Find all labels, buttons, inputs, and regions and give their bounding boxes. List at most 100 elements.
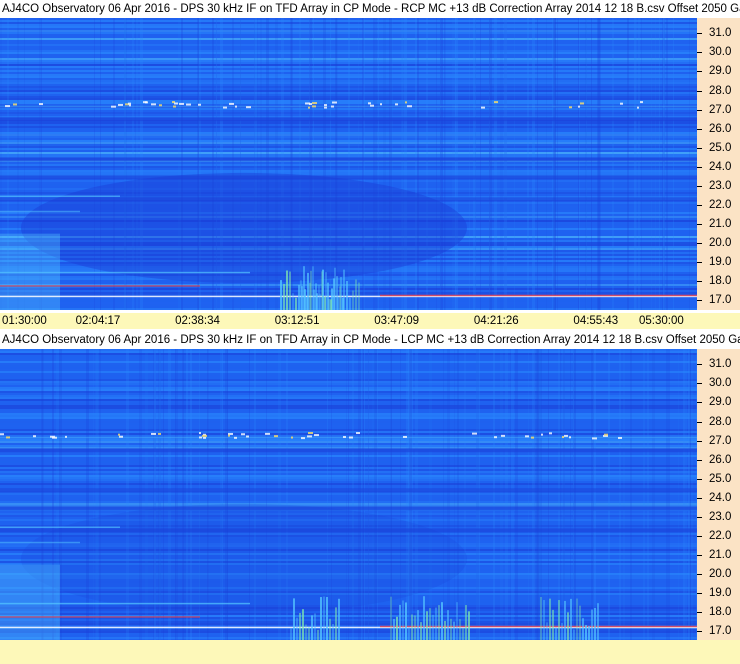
emission-burst [468,611,470,641]
dark-band [0,117,697,122]
freq-tick-mark [697,243,702,245]
emission-burst [327,282,329,310]
speckle [395,103,398,106]
speckle [33,435,36,438]
freq-tick-label: 22.0 [709,199,732,212]
emission-burst [321,271,323,310]
speckle [640,101,643,104]
speckle [618,436,622,439]
speckle [564,434,568,437]
interference-line [0,210,80,213]
emission-burst [444,620,446,641]
time-tick-label: 03:47:09 [374,315,420,327]
freq-tick-label: 30.0 [709,377,732,390]
time-streak [479,349,480,641]
time-streak [469,18,470,310]
emission-burst [306,297,308,310]
speckle [39,103,43,106]
speckle [274,435,278,438]
emission-burst [309,282,311,310]
speckle [118,433,120,436]
emission-burst [555,627,557,641]
time-streak [619,349,621,641]
emission-burst [453,621,455,641]
freq-tick-mark [697,300,702,302]
freq-tick-mark [697,109,702,111]
emission-burst [465,605,467,641]
freq-tick-mark [697,128,702,130]
freq-tick-mark [697,497,702,499]
freq-tick-label: 19.0 [709,256,732,269]
speckle [403,435,407,438]
emission-burst [320,597,322,641]
speckle [620,102,623,105]
speckle [343,436,346,439]
speckle [13,103,17,106]
freq-tick-mark [697,383,702,385]
time-streak [546,18,547,310]
time-streak [514,18,515,310]
freq-tick-mark [697,459,702,461]
emission-burst [561,622,563,641]
freq-tick-mark [697,262,702,264]
emission-burst [420,622,422,641]
speckle [531,436,534,439]
emission-burst [323,596,325,641]
speckle [203,436,206,439]
emission-burst [441,602,443,641]
time-streak [591,349,594,641]
emission-burst [295,297,297,310]
interference-line [380,294,697,297]
freq-tick-label: 19.0 [709,587,732,600]
time-streak [515,349,518,641]
emission-burst [597,603,599,641]
speckle [312,105,316,108]
emission-burst [314,613,316,641]
freq-tick-label: 24.0 [709,491,732,504]
time-streak [480,18,481,310]
time-streak [554,18,556,310]
lcp-frequency-axis: 31.0 30.0 29.0 28.0 27.0 26.0 25.0 24.0 23.0 22.0… [697,349,740,641]
time-streak [473,18,476,310]
time-streak [685,349,687,641]
time-streak [417,18,419,310]
emission-burst [579,605,581,641]
time-streak [655,18,656,310]
freq-tick-label: 22.0 [709,530,732,543]
emission-burst [305,624,307,641]
emission-burst [349,297,351,310]
time-streak [464,349,466,641]
freq-tick-mark [697,440,702,442]
emission-burst [570,598,572,641]
time-streak [537,18,538,310]
speckle [151,432,156,435]
bottom-strip [0,640,740,664]
speckle [308,432,313,435]
emission-burst [302,609,304,641]
emission-burst [292,293,294,310]
time-streak [440,18,443,310]
time-streak [563,349,565,641]
freq-tick-label: 26.0 [709,453,732,466]
speckle [331,105,334,108]
speckle [368,102,371,105]
emission-burst [280,280,282,310]
time-streak [623,349,625,641]
freq-tick-mark [697,402,702,404]
freq-tick-label: 18.0 [709,606,732,619]
dark-band [0,448,697,453]
freq-tick-label: 28.0 [709,84,732,97]
speckle [549,432,552,435]
freq-tick-label: 23.0 [709,510,732,523]
emission-burst [311,615,313,641]
interference-line [0,602,250,605]
freq-tick-label: 30.0 [709,46,732,59]
time-streak [647,349,649,641]
speckle [525,435,529,438]
freq-tick-mark [697,90,702,92]
emission-burst [286,270,288,310]
speckle [158,432,161,435]
speckle [0,433,4,436]
speckle [305,102,310,105]
time-tick-label: 03:12:51 [274,315,320,327]
